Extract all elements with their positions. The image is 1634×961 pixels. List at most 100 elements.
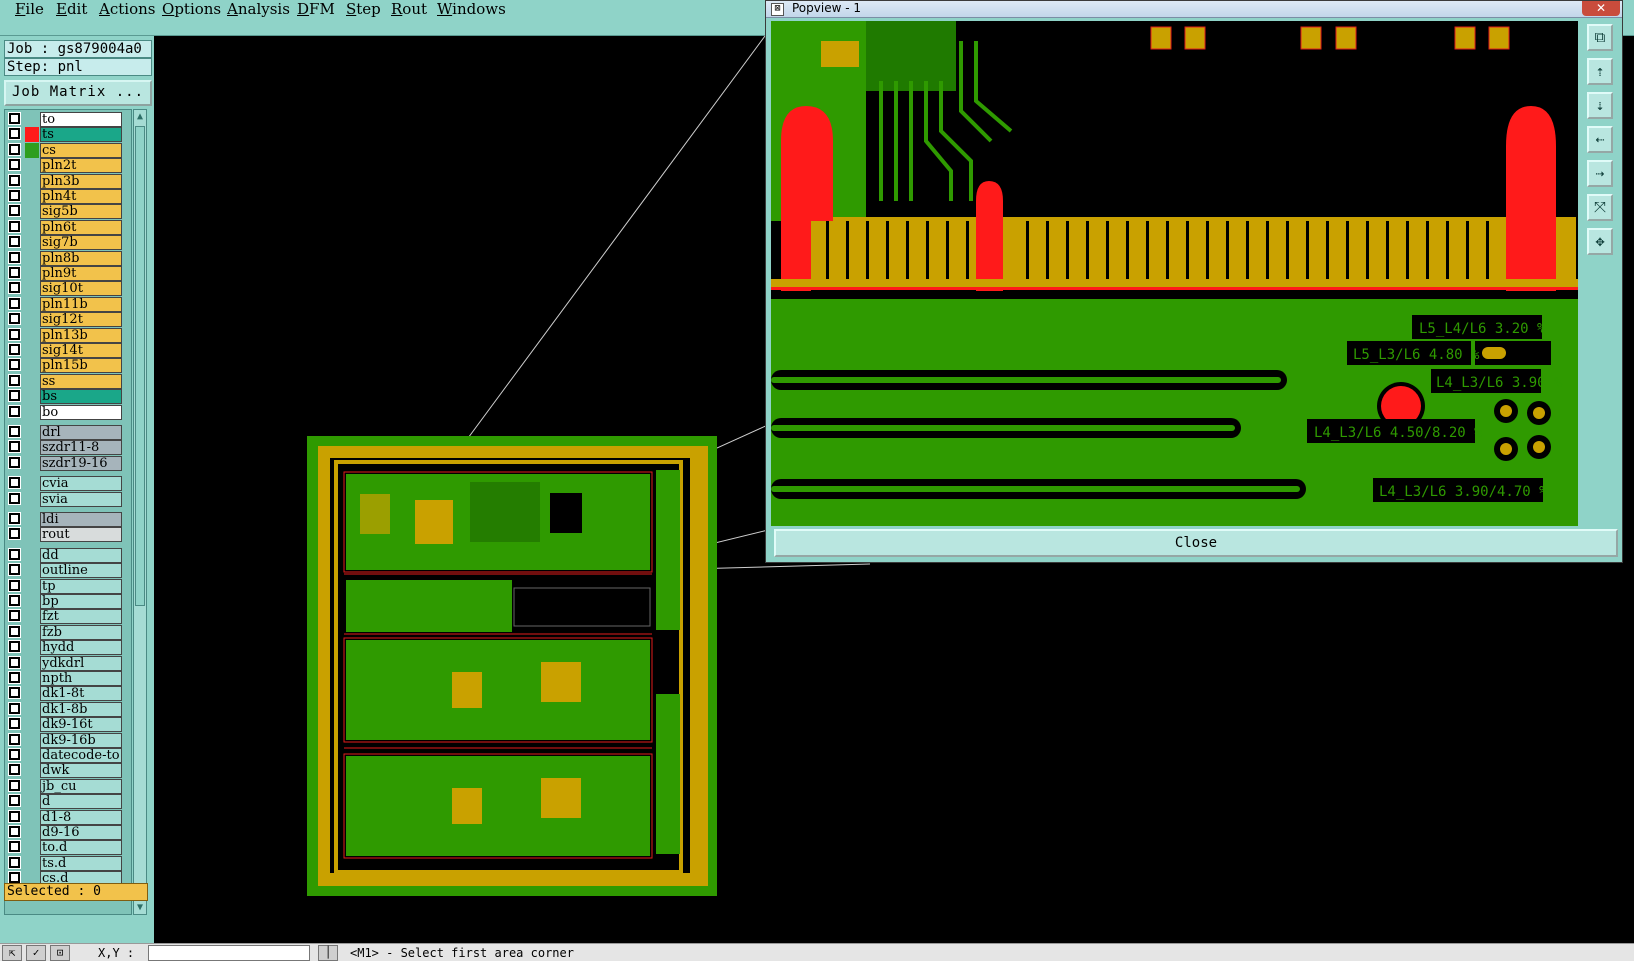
layer-row-cvia[interactable]: cvia xyxy=(5,476,131,492)
layer-checkbox[interactable] xyxy=(8,624,21,638)
layer-checkbox[interactable] xyxy=(8,440,21,454)
pan-up-icon[interactable]: ⇡ xyxy=(1587,58,1613,85)
menu-file[interactable]: File xyxy=(15,0,44,18)
popview-close-button[interactable]: Close xyxy=(774,529,1618,557)
layer-name[interactable]: dd xyxy=(40,547,122,563)
layer-row-dwk[interactable]: dwk xyxy=(5,763,131,779)
menu-rout[interactable]: Rout xyxy=(391,0,427,18)
layer-checkbox[interactable] xyxy=(8,173,21,187)
snap-tool-icon[interactable]: ⊡ xyxy=(50,945,70,961)
layer-name[interactable]: rout xyxy=(40,527,122,543)
layer-name[interactable]: npth xyxy=(40,671,122,686)
menu-step[interactable]: Step xyxy=(346,0,381,18)
check-tool-icon[interactable]: ✓ xyxy=(26,945,46,961)
layer-name[interactable]: pln11b xyxy=(40,296,122,312)
layer-checkbox[interactable] xyxy=(8,455,21,469)
layer-checkbox[interactable] xyxy=(8,717,21,731)
layer-checkbox[interactable] xyxy=(8,219,21,233)
pan-right-icon[interactable]: ⇢ xyxy=(1587,160,1613,187)
layer-checkbox[interactable] xyxy=(8,491,21,505)
layer-row-pln6t[interactable]: pln6t xyxy=(5,219,131,235)
layer-checkbox[interactable] xyxy=(8,794,21,808)
scroll-thumb[interactable] xyxy=(135,126,145,606)
fit-window-icon[interactable]: ⧉ xyxy=(1587,24,1613,51)
layer-name[interactable]: bo xyxy=(40,404,122,420)
layer-row-pln9t[interactable]: pln9t xyxy=(5,266,131,281)
layer-checkbox[interactable] xyxy=(8,158,21,172)
layer-name[interactable]: ts xyxy=(40,127,122,143)
menu-windows[interactable]: Windows xyxy=(437,0,506,18)
layer-checkbox[interactable] xyxy=(8,701,21,715)
layer-name[interactable]: ts.d xyxy=(40,855,122,871)
zoom-in-icon[interactable]: ⤧ xyxy=(1587,194,1613,221)
layer-row-dd[interactable]: dd xyxy=(5,547,131,563)
layer-color-swatch[interactable] xyxy=(25,127,39,143)
layer-row-npth[interactable]: npth xyxy=(5,671,131,686)
layer-name[interactable]: dk1-8t xyxy=(40,686,122,702)
layer-row-sig7b[interactable]: sig7b xyxy=(5,235,131,251)
layer-row-ldi[interactable]: ldi xyxy=(5,512,131,527)
layer-row-svia[interactable]: svia xyxy=(5,491,131,507)
layer-name[interactable]: ss xyxy=(40,373,122,389)
layer-row-pln2t[interactable]: pln2t xyxy=(5,158,131,174)
layer-name[interactable]: dk9-16t xyxy=(40,717,122,733)
layer-checkbox[interactable] xyxy=(8,748,21,761)
layer-row-pln11b[interactable]: pln11b xyxy=(5,296,131,312)
layer-name[interactable]: bp xyxy=(40,594,122,609)
layer-name[interactable]: to.d xyxy=(40,840,122,856)
menu-options[interactable]: Options xyxy=(162,0,221,18)
layer-checkbox[interactable] xyxy=(8,840,21,854)
layer-row-datecode-to[interactable]: datecode-to xyxy=(5,748,131,763)
layer-row-hydd[interactable]: hydd xyxy=(5,640,131,656)
menu-dfm[interactable]: DFM xyxy=(297,0,335,18)
layer-checkbox[interactable] xyxy=(8,343,21,356)
layer-checkbox[interactable] xyxy=(8,527,21,541)
layer-checkbox[interactable] xyxy=(8,281,21,295)
layer-row-pln8b[interactable]: pln8b xyxy=(5,250,131,266)
layer-row-sig10t[interactable]: sig10t xyxy=(5,281,131,297)
layer-name[interactable]: pln4t xyxy=(40,189,122,204)
layer-row-dk1-8t[interactable]: dk1-8t xyxy=(5,686,131,702)
layer-name[interactable]: sig7b xyxy=(40,235,122,251)
layer-name[interactable]: sig10t xyxy=(40,281,122,297)
layer-row-d1-8[interactable]: d1-8 xyxy=(5,809,131,825)
layer-row-pln4t[interactable]: pln4t xyxy=(5,189,131,204)
layer-row-drl[interactable]: drl xyxy=(5,425,131,440)
popview-titlebar[interactable]: ⊠ Popview - 1 ✕ xyxy=(766,1,1622,18)
layer-row-pln13b[interactable]: pln13b xyxy=(5,327,131,343)
layer-name[interactable]: pln3b xyxy=(40,173,122,189)
layer-name[interactable]: fzb xyxy=(40,624,122,640)
layer-checkbox[interactable] xyxy=(8,871,21,885)
layer-checkbox[interactable] xyxy=(8,296,21,310)
layer-row-d9-16[interactable]: d9-16 xyxy=(5,825,131,840)
layer-checkbox[interactable] xyxy=(8,594,21,607)
layer-name[interactable]: pln2t xyxy=(40,158,122,174)
layer-name[interactable]: to xyxy=(40,112,122,127)
layer-checkbox[interactable] xyxy=(8,425,21,438)
layer-name[interactable]: pln13b xyxy=(40,327,122,343)
layer-row-ss[interactable]: ss xyxy=(5,373,131,389)
layer-checkbox[interactable] xyxy=(8,655,21,669)
layer-row-sig12t[interactable]: sig12t xyxy=(5,312,131,328)
layer-checkbox[interactable] xyxy=(8,266,21,279)
layer-checkbox[interactable] xyxy=(8,204,21,218)
layer-checkbox[interactable] xyxy=(8,235,21,249)
layer-checkbox[interactable] xyxy=(8,671,21,684)
layer-checkbox[interactable] xyxy=(8,563,21,577)
layer-checkbox[interactable] xyxy=(8,189,21,202)
layer-row-fzb[interactable]: fzb xyxy=(5,624,131,640)
layer-checkbox[interactable] xyxy=(8,142,21,156)
layer-name[interactable]: ldi xyxy=(40,512,122,527)
pan-left-icon[interactable]: ⇠ xyxy=(1587,126,1613,153)
scroll-up-icon[interactable]: ▲ xyxy=(134,111,146,123)
layer-checkbox[interactable] xyxy=(8,112,21,125)
layer-row-dk9-16t[interactable]: dk9-16t xyxy=(5,717,131,733)
layer-checkbox[interactable] xyxy=(8,250,21,264)
layer-name[interactable]: jb_cu xyxy=(40,778,122,794)
layer-row-dk9-16b[interactable]: dk9-16b xyxy=(5,732,131,748)
layer-checkbox[interactable] xyxy=(8,404,21,418)
zoom-out-icon[interactable]: ✥ xyxy=(1587,228,1613,255)
layer-row-szdr19-16[interactable]: szdr19-16 xyxy=(5,455,131,471)
layer-checkbox[interactable] xyxy=(8,327,21,341)
layer-row-bo[interactable]: bo xyxy=(5,404,131,420)
